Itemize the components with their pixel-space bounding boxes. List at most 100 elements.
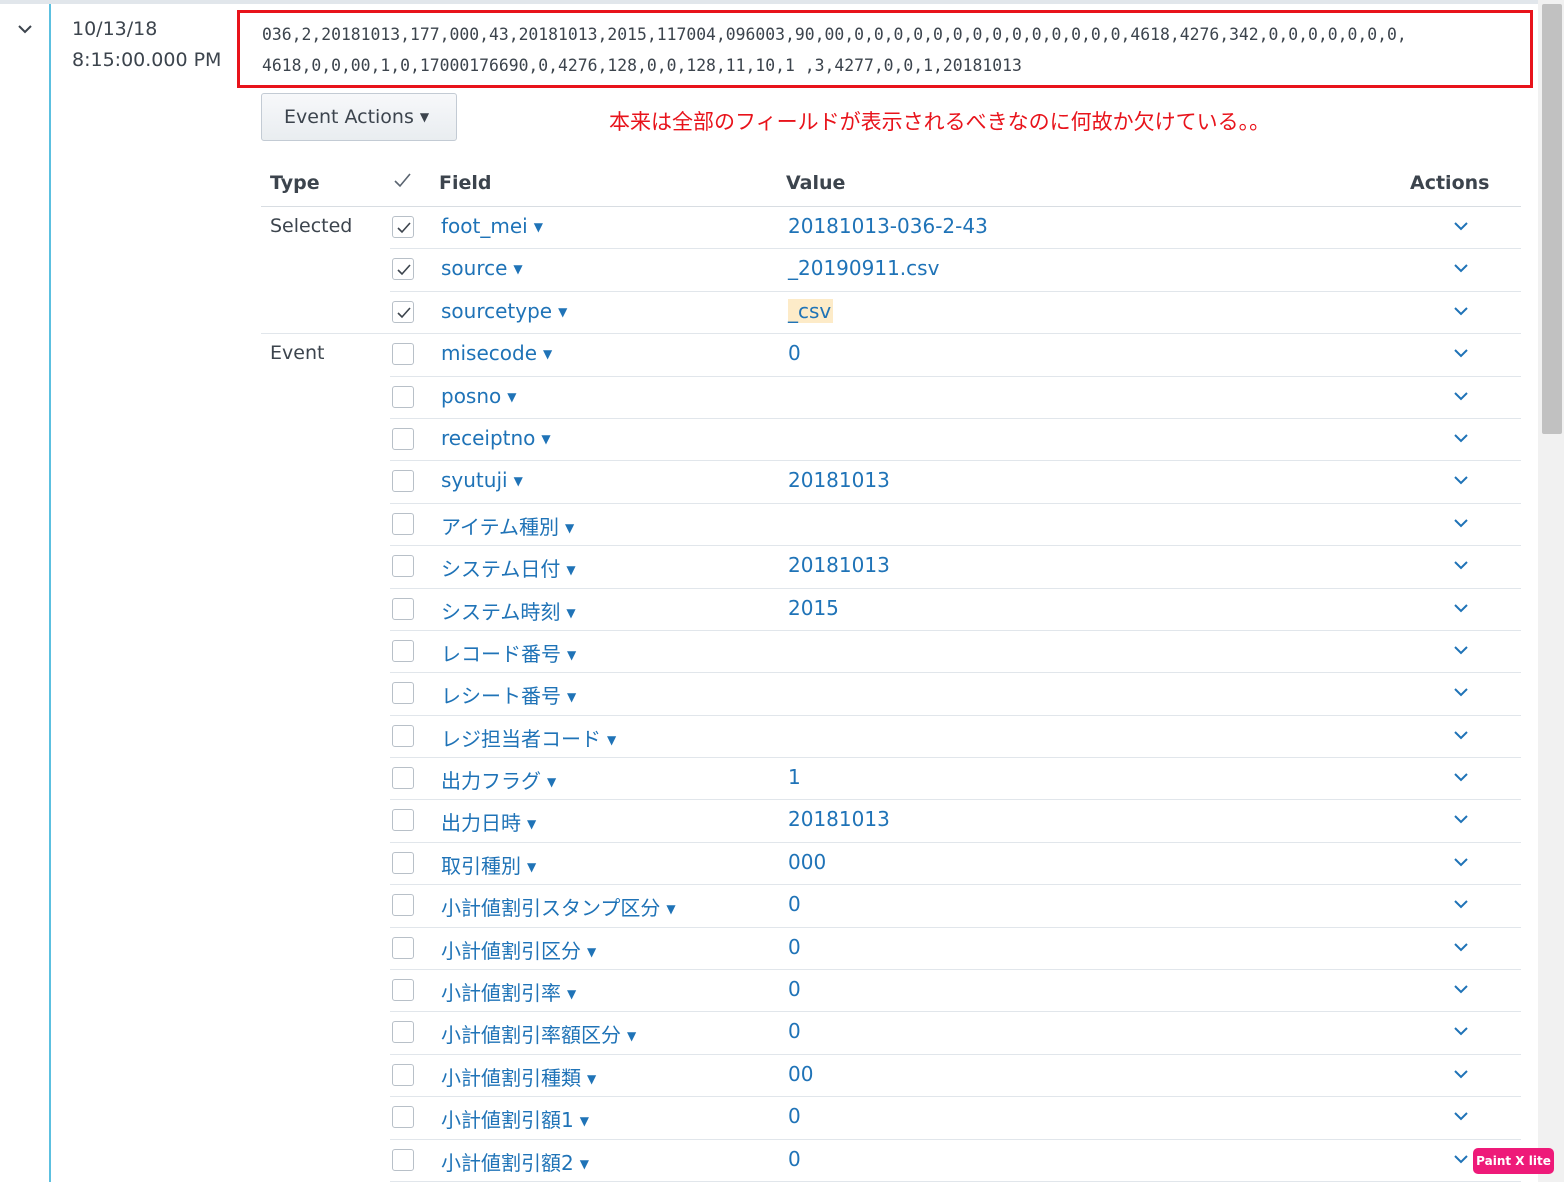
field-checkbox[interactable] <box>392 216 414 238</box>
field-value[interactable]: 00 <box>788 1062 813 1086</box>
chevron-down-icon[interactable] <box>1453 474 1469 486</box>
chevron-down-icon[interactable] <box>1453 686 1469 698</box>
field-value[interactable]: 0 <box>788 935 801 959</box>
field-checkbox[interactable] <box>392 851 414 874</box>
field-name-link[interactable]: 小計値割引種類 ▼ <box>441 1062 596 1091</box>
field-checkbox[interactable] <box>392 258 414 281</box>
field-name: 小計値割引額1 <box>441 1108 574 1133</box>
field-value[interactable]: 0 <box>788 977 801 1001</box>
field-name: syutuji <box>441 468 508 493</box>
field-checkbox[interactable] <box>392 343 414 366</box>
field-name-link[interactable]: レシート番号 ▼ <box>441 680 576 709</box>
field-checkbox[interactable] <box>392 767 414 790</box>
field-checkbox[interactable] <box>392 555 414 578</box>
event-actions-button[interactable]: Event Actions ▼ <box>261 93 457 141</box>
field-value[interactable]: 0 <box>788 1019 801 1043</box>
field-name-link[interactable]: 小計値割引率 ▼ <box>441 977 576 1006</box>
field-checkbox[interactable] <box>392 470 414 493</box>
caret-down-icon: ▼ <box>567 987 577 1002</box>
chevron-down-icon[interactable] <box>1453 559 1469 571</box>
chevron-down-icon[interactable] <box>1453 941 1469 953</box>
field-name-link[interactable]: アイテム種別 ▼ <box>441 511 574 540</box>
field-value[interactable]: 0 <box>788 341 801 365</box>
field-checkbox[interactable] <box>392 597 414 620</box>
field-name-link[interactable]: 小計値割引スタンプ区分 ▼ <box>441 892 676 921</box>
field-name-link[interactable]: sourcetype ▼ <box>441 299 567 323</box>
field-checkbox[interactable] <box>392 300 414 323</box>
field-name-link[interactable]: 小計値割引区分 ▼ <box>441 935 596 964</box>
chevron-down-icon[interactable] <box>1453 220 1469 232</box>
chevron-down-icon[interactable] <box>1453 983 1469 995</box>
field-name-link[interactable]: receiptno ▼ <box>441 426 551 450</box>
chevron-down-icon[interactable] <box>1453 305 1469 317</box>
field-name-link[interactable]: misecode ▼ <box>441 341 552 365</box>
field-name-link[interactable]: syutuji ▼ <box>441 468 523 492</box>
field-value[interactable]: 20181013 <box>788 468 890 492</box>
field-checkbox[interactable] <box>392 512 414 535</box>
chevron-down-icon[interactable] <box>1453 729 1469 741</box>
chevron-down-icon[interactable] <box>1453 602 1469 614</box>
field-value[interactable]: 2015 <box>788 596 839 620</box>
field-name: 取引種別 <box>441 853 521 878</box>
field-checkbox[interactable] <box>392 936 414 959</box>
chevron-down-icon[interactable] <box>1453 1025 1469 1037</box>
field-name-link[interactable]: システム日付 ▼ <box>441 553 576 582</box>
field-name-link[interactable]: レコード番号 ▼ <box>441 638 576 667</box>
field-checkbox[interactable] <box>392 809 414 832</box>
event-expand-rail[interactable] <box>0 4 51 1182</box>
chevron-down-icon[interactable] <box>1453 813 1469 825</box>
field-value[interactable]: 0 <box>788 1104 801 1128</box>
field-value[interactable]: _20190911.csv <box>788 256 939 280</box>
field-value[interactable]: 1 <box>788 765 801 789</box>
field-value[interactable]: 000 <box>788 850 826 874</box>
field-checkbox[interactable] <box>392 1106 414 1129</box>
table-row: Event misecode ▼ 0 <box>261 334 1521 377</box>
chevron-down-icon[interactable] <box>1453 517 1469 529</box>
field-value[interactable]: 20181013 <box>788 553 890 577</box>
field-name-link[interactable]: 出力フラグ ▼ <box>441 765 556 794</box>
field-checkbox[interactable] <box>392 639 414 662</box>
chevron-down-icon[interactable] <box>1453 771 1469 783</box>
field-checkbox[interactable] <box>392 1021 414 1044</box>
field-value[interactable]: 0 <box>788 1147 801 1171</box>
field-name: アイテム種別 <box>441 514 559 539</box>
field-name-link[interactable]: レジ担当者コード ▼ <box>441 723 616 752</box>
field-name-link[interactable]: 小計値割引率額区分 ▼ <box>441 1019 636 1048</box>
chevron-down-icon[interactable] <box>1453 347 1469 359</box>
scrollbar-thumb[interactable] <box>1542 4 1562 434</box>
field-name-link[interactable]: source ▼ <box>441 256 523 280</box>
field-checkbox[interactable] <box>392 724 414 747</box>
field-checkbox[interactable] <box>392 1063 414 1086</box>
chevron-down-icon[interactable] <box>1453 644 1469 656</box>
chevron-down-icon[interactable] <box>1453 856 1469 868</box>
chevron-down-icon[interactable] <box>1453 1110 1469 1122</box>
field-name-link[interactable]: 取引種別 ▼ <box>441 850 536 879</box>
field-checkbox[interactable] <box>392 894 414 917</box>
table-row: source ▼ _20190911.csv <box>261 249 1521 292</box>
field-name-link[interactable]: posno ▼ <box>441 384 517 408</box>
field-value[interactable]: 0 <box>788 892 801 916</box>
field-value[interactable]: _csv <box>788 298 834 323</box>
chevron-down-icon[interactable] <box>1453 262 1469 274</box>
field-name-link[interactable]: 小計値割引額1 ▼ <box>441 1104 589 1133</box>
field-value[interactable]: 20181013-036-2-43 <box>788 214 988 238</box>
field-name-link[interactable]: 出力日時 ▼ <box>441 807 536 836</box>
field-name-link[interactable]: システム時刻 ▼ <box>441 596 576 625</box>
field-name-link[interactable]: 小計値割引額2 ▼ <box>441 1147 589 1176</box>
table-row: レジ担当者コード ▼ <box>261 716 1521 759</box>
chevron-down-icon[interactable] <box>1453 432 1469 444</box>
field-checkbox[interactable] <box>392 1148 414 1171</box>
chevron-down-icon[interactable] <box>16 22 34 36</box>
select-all-check-icon[interactable] <box>392 170 414 192</box>
field-value[interactable]: 20181013 <box>788 807 890 831</box>
chevron-down-icon[interactable] <box>1453 1153 1469 1165</box>
field-checkbox[interactable] <box>392 979 414 1002</box>
field-checkbox[interactable] <box>392 682 414 705</box>
paintx-watermark: Paint X lite <box>1473 1148 1554 1174</box>
field-checkbox[interactable] <box>392 427 414 450</box>
field-name-link[interactable]: foot_mei ▼ <box>441 214 543 238</box>
chevron-down-icon[interactable] <box>1453 1068 1469 1080</box>
chevron-down-icon[interactable] <box>1453 898 1469 910</box>
chevron-down-icon[interactable] <box>1453 390 1469 402</box>
field-checkbox[interactable] <box>392 385 414 408</box>
